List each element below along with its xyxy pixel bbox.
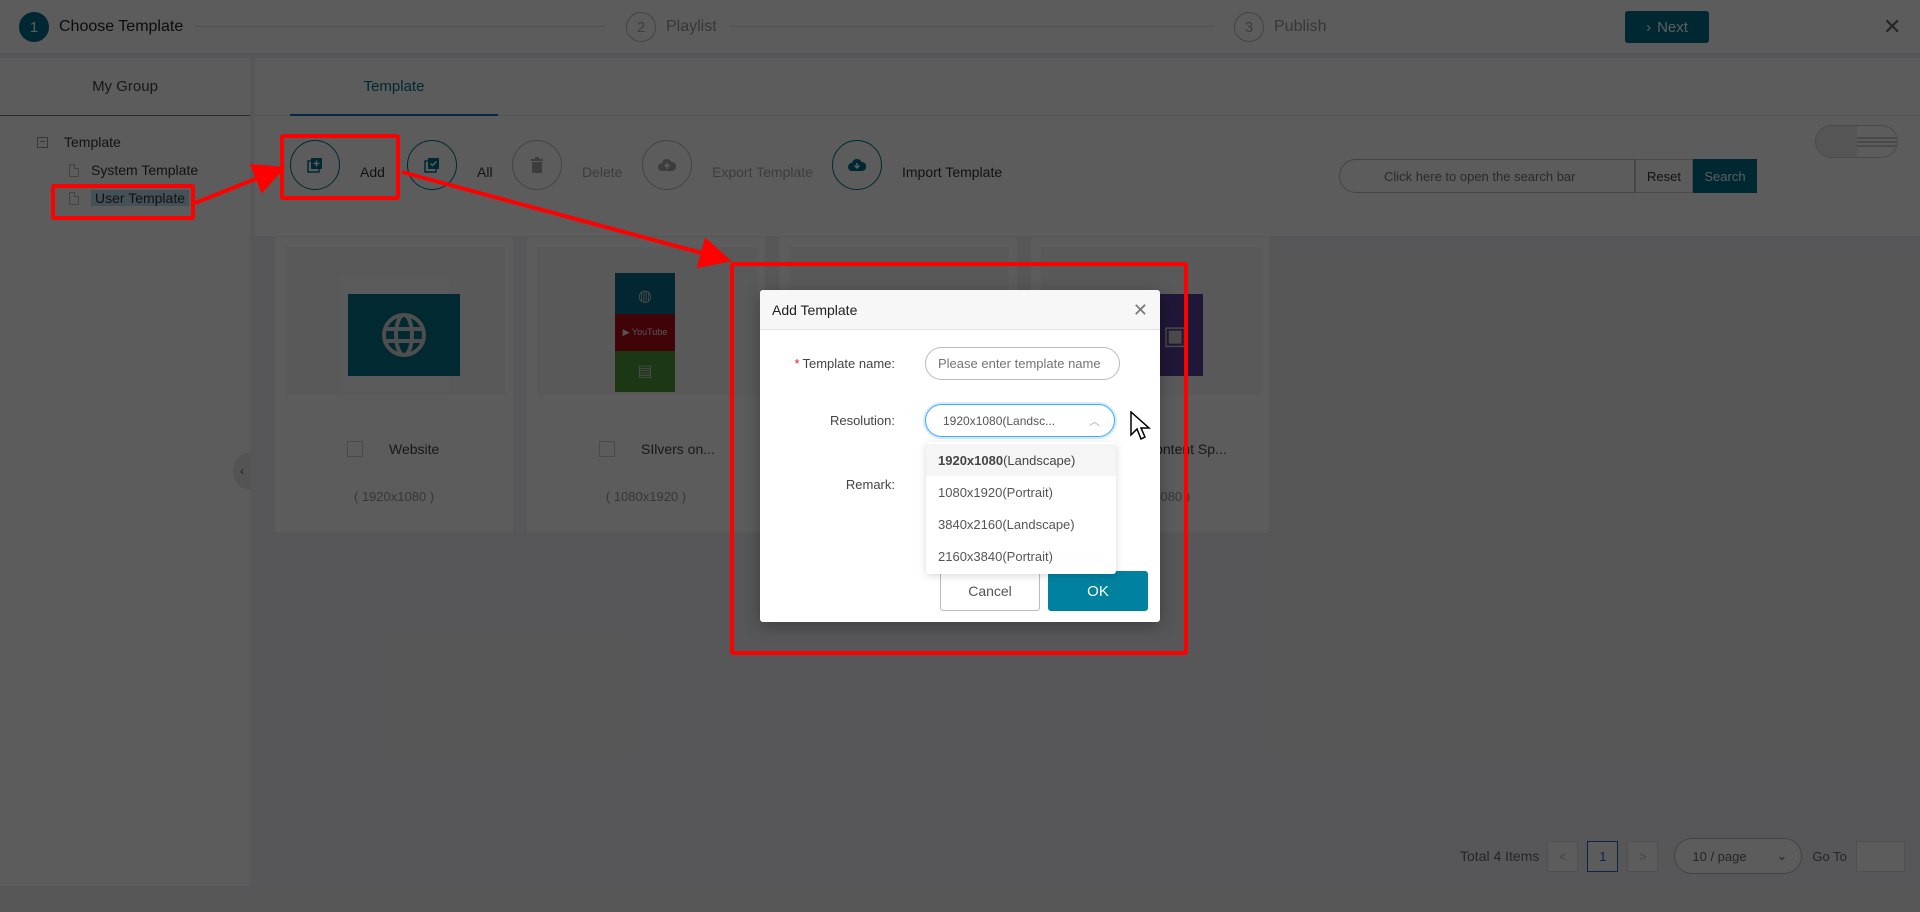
required-mark: *: [794, 356, 800, 371]
chevron-up-icon: ︿: [1089, 415, 1100, 428]
resolution-row: Resolution: 1920x1080(Landsc... ︿: [760, 404, 1115, 437]
remark-label: Remark:: [845, 477, 895, 492]
ok-button[interactable]: OK: [1048, 571, 1148, 611]
annotation-highlight-add: [280, 134, 400, 200]
resolution-option[interactable]: 3840x2160 (Landscape): [926, 508, 1116, 540]
template-name-input[interactable]: [925, 347, 1120, 380]
resolution-select[interactable]: 1920x1080(Landsc... ︿: [925, 404, 1115, 437]
resolution-label: Resolution:: [829, 413, 895, 428]
resolution-option[interactable]: 1920x1080 (Landscape): [926, 444, 1116, 476]
annotation-highlight-user-template: [51, 184, 195, 220]
dialog-title: Add Template: [772, 301, 858, 318]
close-icon[interactable]: ✕: [1133, 301, 1148, 319]
template-name-row: * Template name:: [760, 347, 1120, 380]
dialog-footer: Cancel OK: [940, 571, 1148, 611]
dialog-header: Add Template ✕: [760, 290, 1160, 330]
resolution-dropdown: 1920x1080 (Landscape) 1080x1920 (Portrait)…: [926, 442, 1116, 574]
resolution-option[interactable]: 2160x3840 (Portrait): [926, 540, 1116, 572]
template-name-label: * Template name:: [794, 356, 895, 371]
resolution-option[interactable]: 1080x1920 (Portrait): [926, 476, 1116, 508]
cancel-button[interactable]: Cancel: [940, 571, 1040, 611]
mouse-cursor-icon: [1130, 411, 1151, 441]
resolution-value: 1920x1080(Landsc...: [943, 413, 1056, 428]
remark-row: Remark:: [760, 477, 895, 492]
